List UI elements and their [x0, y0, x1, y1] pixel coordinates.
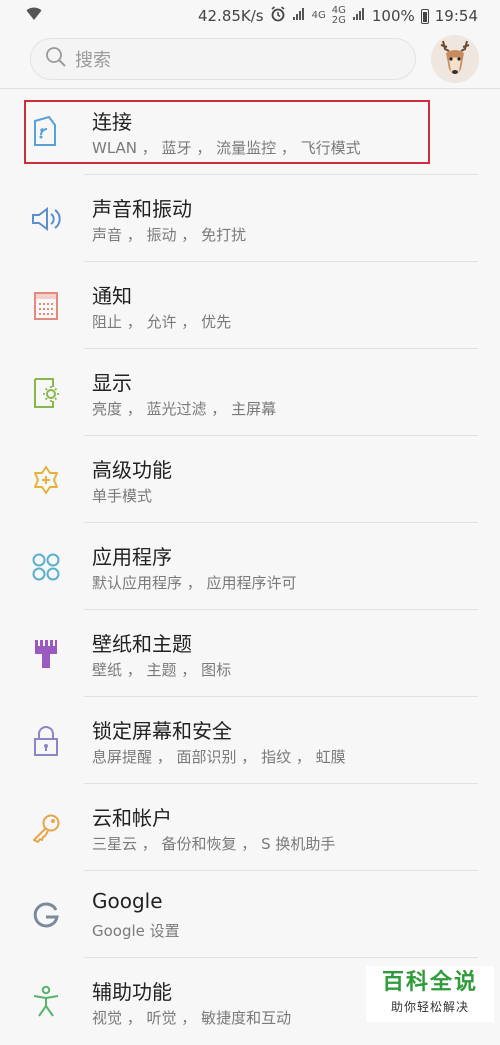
watermark: 百科全说 助你轻松解决	[366, 966, 494, 1022]
settings-item-title: 云和帐户	[92, 806, 172, 830]
settings-item-subtitle: 声音 ， 振动 ， 免打扰	[92, 226, 247, 244]
status-bar: 42.85K/s 4G 4G 2G 100% 19:54	[0, 0, 500, 32]
settings-list: 连接 WLAN ， 蓝牙 ， 流量监控 ， 飞行模式 声音和振动 声音 ， 振动…	[0, 88, 500, 1045]
search-placeholder: 搜索	[75, 50, 111, 71]
settings-item-subtitle: 壁纸 ， 主题 ， 图标	[92, 661, 232, 679]
speaker-icon	[28, 201, 64, 237]
network-type-2b: 2G	[331, 15, 346, 26]
settings-item-connections[interactable]: 连接 WLAN ， 蓝牙 ， 流量监控 ， 飞行模式	[0, 88, 500, 175]
settings-item-title: Google	[92, 889, 163, 913]
battery-icon	[420, 8, 429, 24]
settings-item-subtitle: 阻止 ， 允许 ， 优先	[92, 313, 232, 331]
settings-item-title: 显示	[92, 371, 132, 395]
watermark-title: 百科全说	[381, 970, 478, 995]
settings-item-display[interactable]: 显示 亮度 ， 蓝光过滤 ， 主屏幕	[0, 349, 500, 436]
network-type-1: 4G	[311, 10, 326, 21]
profile-avatar[interactable]	[431, 35, 479, 83]
accessibility-icon	[28, 984, 64, 1020]
settings-item-subtitle: Google 设置	[92, 922, 180, 940]
settings-item-sound-vibration[interactable]: 声音和振动 声音 ， 振动 ， 免打扰	[0, 175, 500, 262]
settings-item-cloud-accounts[interactable]: 云和帐户 三星云 ， 备份和恢复 ， S 换机助手	[0, 784, 500, 871]
settings-item-subtitle: 单手模式	[92, 487, 153, 505]
settings-item-title: 通知	[92, 284, 132, 308]
search-bar[interactable]: 搜索	[30, 38, 416, 80]
network-speed: 42.85K/s	[197, 7, 264, 25]
deer-avatar-icon	[431, 35, 479, 83]
connections-icon	[28, 114, 64, 150]
advanced-features-icon	[28, 462, 64, 498]
key-icon	[28, 810, 64, 846]
settings-item-wallpapers-themes[interactable]: 壁纸和主题 壁纸 ， 主题 ， 图标	[0, 610, 500, 697]
signal-icon-2	[352, 7, 366, 25]
alarm-icon	[270, 6, 286, 26]
settings-item-title: 连接	[92, 110, 132, 134]
search-row: 搜索	[0, 32, 500, 88]
settings-item-apps[interactable]: 应用程序 默认应用程序 ， 应用程序许可	[0, 523, 500, 610]
settings-item-subtitle: 息屏提醒 ， 面部识别 ， 指纹 ， 虹膜	[92, 748, 346, 766]
watermark-subtitle: 助你轻松解决	[390, 1000, 469, 1014]
settings-item-title: 锁定屏幕和安全	[92, 719, 232, 743]
wifi-icon	[26, 7, 42, 25]
clock: 19:54	[434, 7, 478, 25]
settings-item-title: 应用程序	[92, 545, 172, 569]
notification-icon	[28, 288, 64, 324]
settings-item-subtitle: 视觉 ， 听觉 ， 敏捷度和互动	[92, 1009, 292, 1027]
google-icon	[28, 897, 64, 933]
display-icon	[28, 375, 64, 411]
settings-item-subtitle: 亮度 ， 蓝光过滤 ， 主屏幕	[92, 400, 277, 418]
settings-item-subtitle: 三星云 ， 备份和恢复 ， S 换机助手	[92, 835, 336, 853]
settings-item-notifications[interactable]: 通知 阻止 ， 允许 ， 优先	[0, 262, 500, 349]
signal-icon-1	[292, 7, 306, 25]
settings-item-title: 辅助功能	[92, 980, 172, 1004]
settings-item-title: 壁纸和主题	[92, 632, 192, 656]
settings-item-lock-screen-security[interactable]: 锁定屏幕和安全 息屏提醒 ， 面部识别 ， 指纹 ， 虹膜	[0, 697, 500, 784]
settings-item-title: 高级功能	[92, 458, 172, 482]
settings-item-advanced-features[interactable]: 高级功能 单手模式	[0, 436, 500, 523]
themes-icon	[28, 636, 64, 672]
settings-item-subtitle: WLAN ， 蓝牙 ， 流量监控 ， 飞行模式	[92, 139, 361, 157]
apps-icon	[28, 549, 64, 585]
network-type-2: 4G 2G	[332, 6, 346, 26]
search-icon	[45, 46, 67, 72]
settings-item-subtitle: 默认应用程序 ， 应用程序许可	[92, 574, 297, 592]
battery-percent: 100%	[371, 7, 415, 25]
settings-item-title: 声音和振动	[92, 197, 192, 221]
settings-item-google[interactable]: Google Google 设置	[0, 871, 500, 958]
lock-icon	[28, 723, 64, 759]
